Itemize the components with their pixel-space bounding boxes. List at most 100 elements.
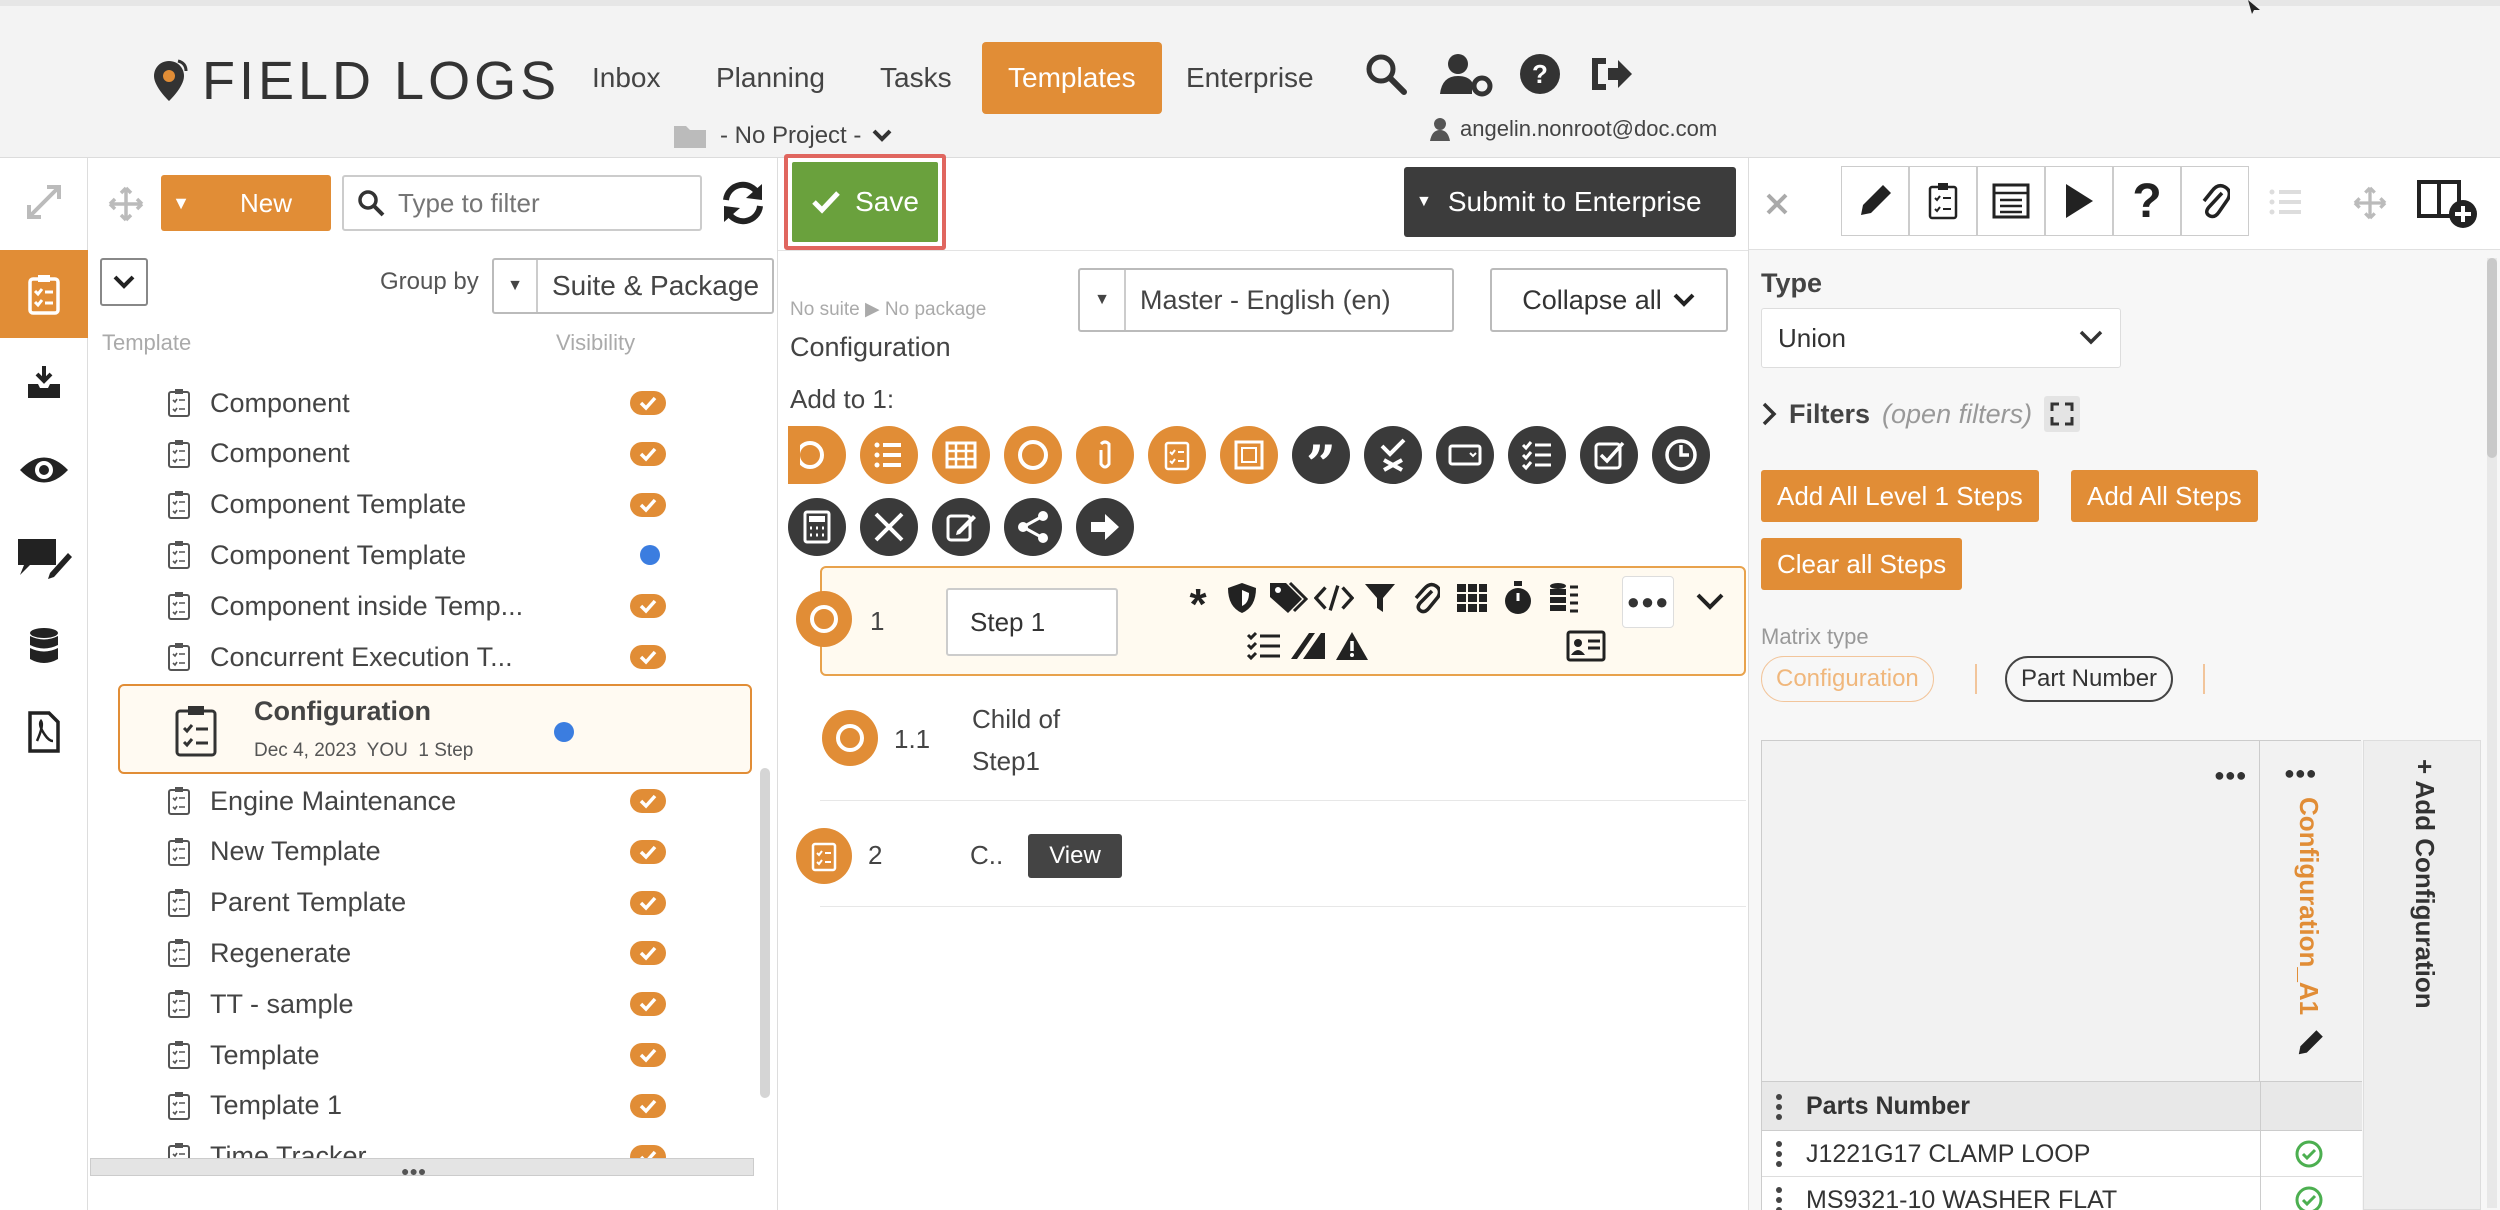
logo[interactable]: FIELD LOGS: [150, 50, 560, 112]
rail-templates[interactable]: [0, 250, 88, 338]
column-options-icon[interactable]: ●●●: [2284, 763, 2317, 784]
horizontal-scrollbar[interactable]: ●●●: [90, 1158, 754, 1179]
pencil-icon[interactable]: [2294, 1027, 2326, 1059]
nav-planning[interactable]: Planning: [696, 42, 845, 114]
add-verify-icon[interactable]: [1364, 426, 1422, 484]
checklist-icon[interactable]: [1244, 626, 1284, 666]
template-row[interactable]: Component: [166, 378, 686, 428]
filter-input[interactable]: [398, 187, 688, 219]
matrix-type-configuration[interactable]: Configuration: [1761, 656, 1934, 702]
configuration-column[interactable]: ●●● Configuration_A1: [2260, 741, 2362, 1081]
template-row[interactable]: Template: [166, 1030, 686, 1080]
collapse-toggle[interactable]: [100, 258, 148, 306]
move-handle-icon[interactable]: [108, 186, 144, 222]
help-icon[interactable]: ?: [1516, 50, 1564, 98]
drag-handle-icon[interactable]: [1776, 1094, 1784, 1120]
step-type-icon[interactable]: [796, 828, 852, 884]
step-type-icon[interactable]: [822, 710, 878, 766]
user-settings-icon[interactable]: [1438, 50, 1494, 98]
add-timer-icon[interactable]: [1652, 426, 1710, 484]
warning-icon[interactable]: [1332, 626, 1372, 666]
tags-icon[interactable]: [1268, 578, 1308, 618]
filters-toggle[interactable]: Filters (open filters): [1761, 396, 2081, 432]
add-column-icon[interactable]: [2417, 178, 2483, 230]
scrollbar-thumb[interactable]: [2487, 258, 2497, 458]
add-checkbox-icon[interactable]: [1580, 426, 1638, 484]
database-list-icon[interactable]: [1544, 578, 1584, 618]
checklist-tool[interactable]: [1909, 166, 1977, 236]
nav-templates[interactable]: Templates: [982, 42, 1162, 114]
add-calculator-icon[interactable]: [788, 498, 846, 556]
chevron-down-icon[interactable]: [1690, 582, 1730, 622]
logout-icon[interactable]: [1586, 50, 1634, 98]
add-tools-icon[interactable]: [860, 498, 918, 556]
step-title[interactable]: C..: [970, 840, 1003, 871]
add-all-steps-button[interactable]: Add All Steps: [2071, 470, 2258, 522]
grid-icon[interactable]: [1452, 578, 1492, 618]
user-account[interactable]: angelin.nonroot@doc.com: [1430, 116, 1717, 142]
group-by-select[interactable]: ▼ Suite & Package: [492, 258, 774, 314]
add-step-icon[interactable]: [788, 426, 846, 484]
check-circle-icon[interactable]: [2294, 1185, 2324, 1210]
view-button[interactable]: View: [1028, 834, 1122, 878]
step-type-icon[interactable]: [796, 591, 852, 647]
add-branch-icon[interactable]: [1004, 498, 1062, 556]
project-selector[interactable]: - No Project -: [672, 122, 893, 150]
expand-button[interactable]: [0, 158, 88, 246]
template-row[interactable]: Component inside Temp...: [166, 581, 686, 631]
add-checklist-icon[interactable]: [1148, 426, 1206, 484]
paperclip-icon[interactable]: [1406, 578, 1446, 618]
add-film-icon[interactable]: [1220, 426, 1278, 484]
add-configuration-column[interactable]: + Add Configuration: [2363, 740, 2481, 1210]
form-tool[interactable]: [1977, 166, 2045, 236]
filter-icon[interactable]: [1360, 578, 1400, 618]
nav-enterprise[interactable]: Enterprise: [1166, 42, 1334, 114]
refresh-icon[interactable]: [718, 178, 768, 228]
template-row[interactable]: Component Template: [166, 480, 686, 530]
template-row[interactable]: Concurrent Execution T...: [166, 632, 686, 682]
move-handle-icon[interactable]: [2353, 186, 2387, 220]
list-scrollbar[interactable]: [760, 768, 770, 1098]
drag-handle-icon[interactable]: [1776, 1187, 1784, 1210]
slope-icon[interactable]: [1288, 626, 1328, 666]
type-select[interactable]: Union: [1761, 308, 2121, 368]
check-circle-icon[interactable]: [2294, 1139, 2324, 1169]
fullscreen-icon[interactable]: [2044, 396, 2081, 432]
add-signature-icon[interactable]: [932, 498, 990, 556]
matrix-type-part-number[interactable]: Part Number: [2005, 656, 2174, 702]
template-row[interactable]: Template 1: [166, 1081, 686, 1131]
language-select[interactable]: ▼ Master - English (en): [1078, 268, 1454, 332]
more-options-button[interactable]: ●●●: [1622, 576, 1674, 628]
add-goto-icon[interactable]: [1076, 498, 1134, 556]
save-button[interactable]: Save: [792, 162, 938, 242]
filter-field[interactable]: [342, 175, 702, 231]
close-icon[interactable]: [1765, 192, 1789, 216]
selected-template-row[interactable]: Configuration Dec 4, 2023 YOU 1 Step: [118, 684, 752, 774]
add-input-field-icon[interactable]: [1436, 426, 1494, 484]
template-row[interactable]: Component: [166, 429, 686, 479]
help-tool[interactable]: ?: [2113, 166, 2181, 236]
edit-tool[interactable]: [1841, 166, 1909, 236]
add-list-icon[interactable]: [860, 426, 918, 484]
attachment-tool[interactable]: [2181, 166, 2249, 236]
add-link-icon[interactable]: [1076, 426, 1134, 484]
template-row[interactable]: Component Template: [166, 530, 686, 580]
add-circle-step-icon[interactable]: [1004, 426, 1062, 484]
template-row[interactable]: TT - sample: [166, 979, 686, 1029]
step-title-field[interactable]: Step 1: [946, 588, 1118, 656]
nav-inbox[interactable]: Inbox: [572, 42, 681, 114]
template-row[interactable]: New Template: [166, 827, 686, 877]
collapse-all-button[interactable]: Collapse all: [1490, 268, 1728, 332]
rail-comments[interactable]: [0, 514, 88, 602]
add-quote-icon[interactable]: ”: [1292, 426, 1350, 492]
new-template-button[interactable]: ▼ New: [161, 175, 331, 231]
shield-icon[interactable]: [1222, 578, 1262, 618]
drag-handle-icon[interactable]: [1776, 1141, 1784, 1167]
clear-all-steps-button[interactable]: Clear all Steps: [1761, 538, 1963, 590]
rail-inbox[interactable]: [0, 338, 88, 426]
asterisk-icon[interactable]: *: [1178, 578, 1218, 627]
step-title[interactable]: Child of Step1: [972, 698, 1092, 782]
template-row[interactable]: Regenerate: [166, 928, 686, 978]
rail-database[interactable]: [0, 602, 88, 690]
rail-pdf[interactable]: [0, 688, 88, 776]
